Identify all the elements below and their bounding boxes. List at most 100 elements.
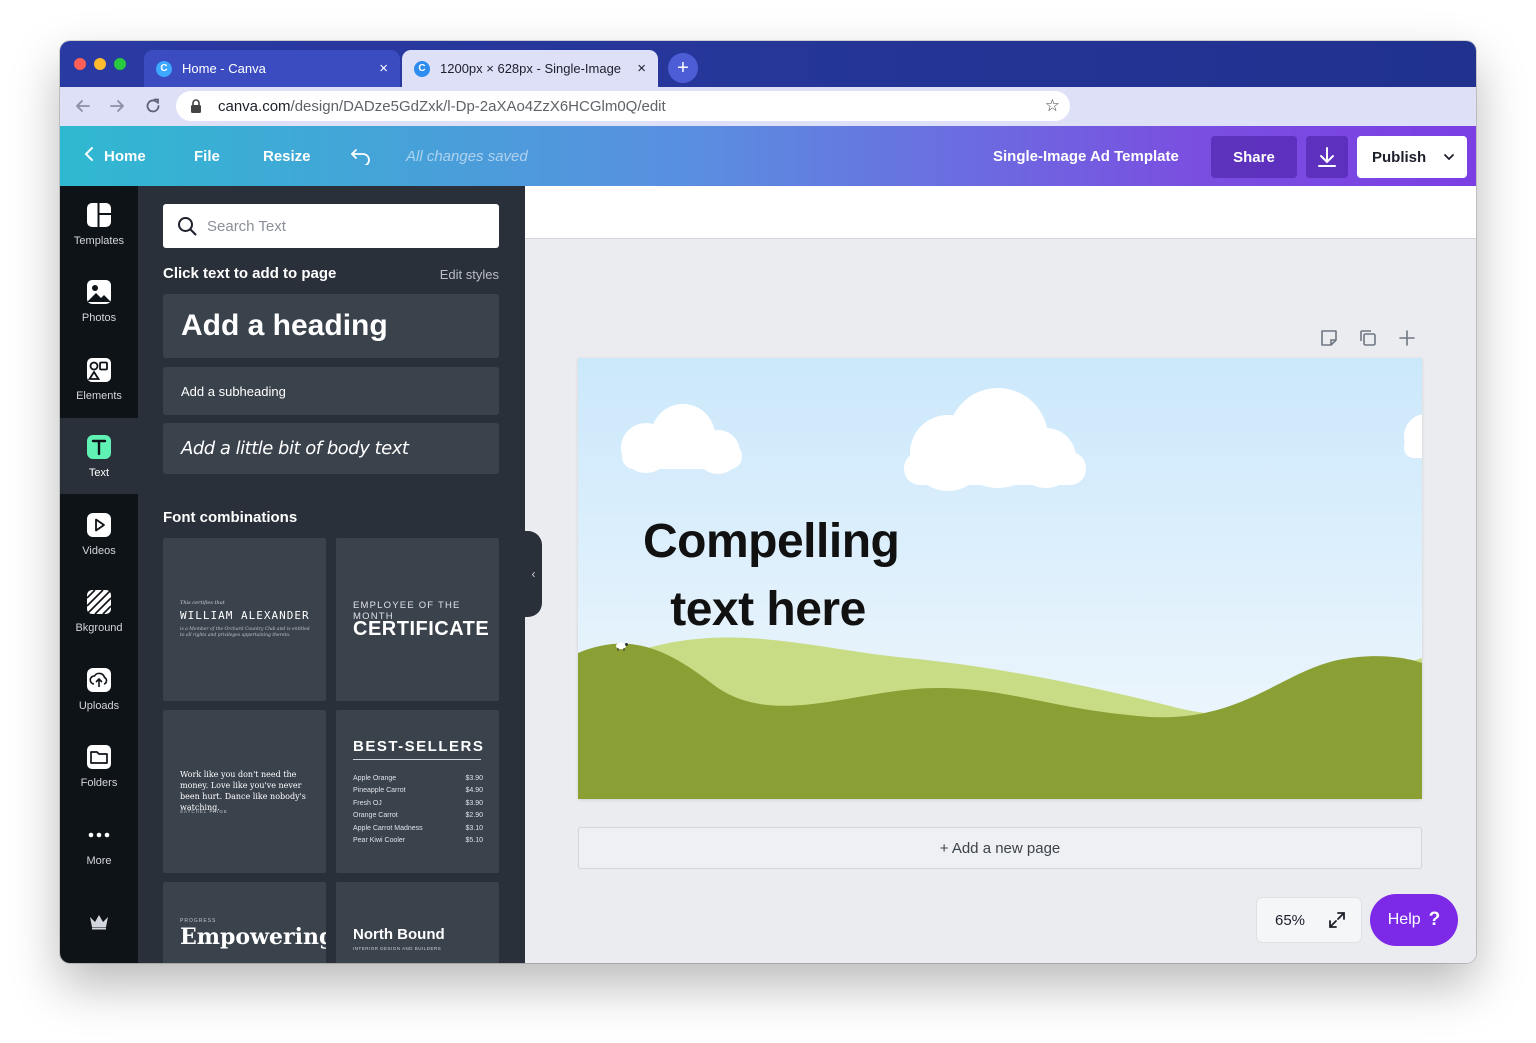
menu-item: Orange Carrot <box>353 812 398 820</box>
menu-price: $4.90 <box>465 787 483 795</box>
background-icon <box>85 588 113 616</box>
zoom-control[interactable]: 65% <box>1256 897 1362 943</box>
canva-favicon-icon: C <box>156 60 172 77</box>
text-icon <box>85 433 113 461</box>
folders-icon <box>85 743 113 771</box>
font-combo-best-sellers[interactable]: BEST-SELLERS Apple Orange $3.90 Pineapple… <box>336 710 499 873</box>
bookmark-star-icon[interactable]: ☆ <box>1045 96 1060 116</box>
browser-tab-home[interactable]: C Home - Canva × <box>144 50 400 87</box>
menu-item: Pear Kiwi Cooler <box>353 837 406 845</box>
file-menu-button[interactable]: File <box>194 126 220 186</box>
rail-item-photos[interactable]: Photos <box>60 263 138 339</box>
rail-item-folders[interactable]: Folders <box>60 728 138 804</box>
font-combo-empowering[interactable]: PROGRESS Empowering our clients <box>163 882 326 963</box>
browser-toolbar: canva.com/design/DADze5GdZxk/l-Dp-2aXAo4… <box>60 87 1476 126</box>
address-bar[interactable]: canva.com/design/DADze5GdZxk/l-Dp-2aXAo4… <box>176 91 1070 121</box>
rail-label: Uploads <box>78 700 120 712</box>
new-tab-button[interactable]: + <box>668 53 698 83</box>
editor-toolbar-strip <box>525 186 1476 239</box>
rail-item-more[interactable]: More <box>60 806 138 882</box>
menu-item: Fresh OJ <box>353 799 382 807</box>
more-icon <box>85 821 113 849</box>
headline-line-1: Compelling <box>643 515 900 568</box>
rail-label: More <box>86 855 112 867</box>
rail-item-text[interactable]: Text <box>60 418 138 494</box>
home-button[interactable]: Home <box>84 126 146 186</box>
elements-icon <box>85 356 113 384</box>
add-subheading-button[interactable]: Add a subheading <box>163 367 499 415</box>
uploads-icon <box>85 666 113 694</box>
help-label: Help <box>1387 911 1421 928</box>
tab-close-icon[interactable]: × <box>637 60 646 77</box>
design-title[interactable]: Single-Image Ad Template <box>993 126 1179 186</box>
combo-title: BEST-SELLERS <box>353 738 485 755</box>
browser-tab-design[interactable]: C 1200px × 628px - Single-Image × <box>402 50 658 87</box>
combo-quote: Work like you don't need the money. Love… <box>180 770 306 812</box>
rail-label: Photos <box>81 312 117 324</box>
canvas-workspace: Compelling text here + Add a new page <box>525 186 1476 963</box>
combo-title: North Bound <box>353 926 445 943</box>
browser-tab-bar: C Home - Canva × C 1200px × 628px - Sing… <box>60 41 1476 87</box>
home-label: Home <box>104 147 146 165</box>
edit-styles-link[interactable]: Edit styles <box>440 267 499 282</box>
font-combo-north-bound[interactable]: North Bound INTERIOR DESIGN AND BUILDERS <box>336 882 499 963</box>
tab-close-icon[interactable]: × <box>379 60 388 77</box>
add-body-text-button[interactable]: Add a little bit of body text <box>163 423 499 474</box>
add-heading-button[interactable]: Add a heading <box>163 294 499 358</box>
templates-icon <box>85 201 113 229</box>
duplicate-page-icon[interactable] <box>1357 327 1379 349</box>
rail-label: Videos <box>82 545 116 557</box>
menu-item: Pineapple Carrot <box>353 787 406 795</box>
lock-icon <box>190 98 206 114</box>
window-close-button[interactable] <box>74 58 86 70</box>
menu-row: Pineapple Carrot $4.90 <box>353 785 483 797</box>
add-page-plus-icon[interactable] <box>1396 327 1418 349</box>
rail-item-pro[interactable] <box>60 886 138 962</box>
window-minimize-button[interactable] <box>94 58 106 70</box>
menu-price: $3.90 <box>465 799 483 807</box>
help-button[interactable]: Help ? <box>1370 894 1458 946</box>
rail-item-background[interactable]: Bkground <box>60 573 138 649</box>
question-mark-icon: ? <box>1428 909 1441 930</box>
menu-price: $3.10 <box>465 824 483 832</box>
font-combo-employee-certificate[interactable]: EMPLOYEE OF THE MONTH CERTIFICATE <box>336 538 499 701</box>
download-button[interactable] <box>1306 136 1348 178</box>
search-text-input[interactable]: Search Text <box>163 204 499 248</box>
font-combo-quote[interactable]: Work like you don't need the money. Love… <box>163 710 326 873</box>
rail-item-uploads[interactable]: Uploads <box>60 651 138 727</box>
headline-text[interactable]: Compelling text here <box>643 508 900 644</box>
publish-button[interactable]: Publish <box>1357 136 1467 178</box>
canva-favicon-icon: C <box>414 60 430 77</box>
add-new-page-button[interactable]: + Add a new page <box>578 827 1422 869</box>
menu-price: $2.90 <box>465 812 483 820</box>
combo-menu: Apple Orange $3.90 Pineapple Carrot $4.90 … <box>353 773 483 847</box>
resize-button[interactable]: Resize <box>263 126 311 186</box>
share-button[interactable]: Share <box>1211 136 1297 178</box>
undo-icon[interactable] <box>350 126 372 186</box>
back-arrow-icon[interactable] <box>72 95 94 117</box>
rail-item-elements[interactable]: Elements <box>60 341 138 417</box>
fullscreen-expand-icon[interactable] <box>1327 910 1347 934</box>
collapse-panel-handle[interactable]: ‹ <box>525 531 542 617</box>
editor-header: Home File Resize All changes saved Singl… <box>60 126 1476 186</box>
combo-title: WILLIAM ALEXANDER <box>180 609 310 622</box>
menu-price: $5.10 <box>465 837 483 845</box>
chevron-left-icon: ‹ <box>531 567 536 581</box>
menu-price: $3.90 <box>465 775 483 782</box>
combo-title: Empowering our clients <box>180 924 326 950</box>
rail-item-templates[interactable]: Templates <box>60 186 138 262</box>
forward-arrow-icon[interactable] <box>106 95 128 117</box>
rail-label: Elements <box>76 390 122 402</box>
reload-icon[interactable] <box>142 95 164 117</box>
page-notes-icon[interactable] <box>1318 327 1340 349</box>
tab-title: Home - Canva <box>182 61 266 76</box>
rail-item-videos[interactable]: Videos <box>60 496 138 572</box>
menu-item: Apple Carrot Madness <box>353 824 423 832</box>
font-combo-certificate-william[interactable]: This certifies that WILLIAM ALEXANDER is… <box>163 538 326 701</box>
menu-row: Apple Carrot Madness $3.10 <box>353 823 483 835</box>
text-panel: Search Text Click text to add to page Ed… <box>138 186 525 963</box>
window-maximize-button[interactable] <box>114 58 126 70</box>
design-canvas-page[interactable]: Compelling text here <box>578 358 1422 799</box>
chevron-left-icon <box>84 146 94 167</box>
rail-label: Bkground <box>75 622 123 634</box>
